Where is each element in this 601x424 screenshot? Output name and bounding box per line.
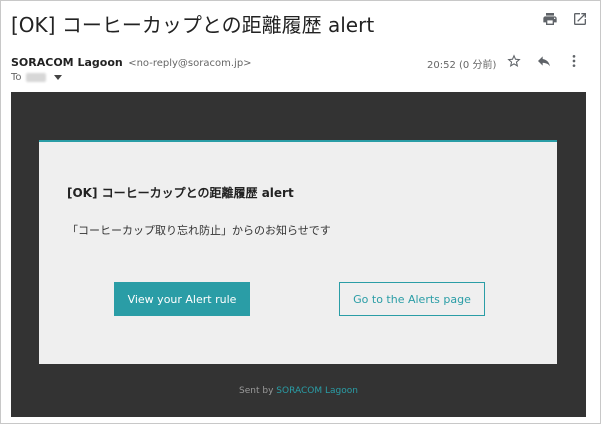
email-view: [OK] コーヒーカップとの距離履歴 alert SORACOM Lagoon … [0,0,601,424]
to-label: To [11,72,22,83]
email-footer: Sent by SORACOM Lagoon [11,386,586,396]
sender-line: SORACOM Lagoon <no-reply@soracom.jp> [11,56,252,69]
print-icon[interactable] [542,11,558,27]
open-in-new-icon[interactable] [572,11,588,27]
alert-title: [OK] コーヒーカップとの距離履歴 alert [67,186,294,200]
go-to-alerts-page-button[interactable]: Go to the Alerts page [339,282,485,316]
email-subject: [OK] コーヒーカップとの距離履歴 alert [11,13,375,37]
more-vert-icon[interactable] [566,53,582,69]
sender-email: <no-reply@soracom.jp> [128,58,252,69]
recipient-line[interactable]: To [11,72,62,83]
footer-prefix: Sent by [239,386,277,396]
message-actions [506,53,582,69]
footer-brand-link[interactable]: SORACOM Lagoon [276,386,358,396]
email-body: [OK] コーヒーカップとの距離履歴 alert 「コーヒーカップ取り忘れ防止」… [11,92,586,417]
star-icon[interactable] [506,53,522,69]
view-alert-rule-button[interactable]: View your Alert rule [114,282,250,316]
subject-actions [542,11,588,27]
alert-message: 「コーヒーカップ取り忘れ防止」からのお知らせです [67,224,331,237]
reply-icon[interactable] [536,53,552,69]
alert-card: [OK] コーヒーカップとの距離履歴 alert 「コーヒーカップ取り忘れ防止」… [39,140,557,364]
chevron-down-icon[interactable] [53,75,62,80]
recipient-redacted [25,73,46,82]
email-time: 20:52 (0 分前) [427,60,497,71]
sender-name: SORACOM Lagoon [11,56,123,69]
